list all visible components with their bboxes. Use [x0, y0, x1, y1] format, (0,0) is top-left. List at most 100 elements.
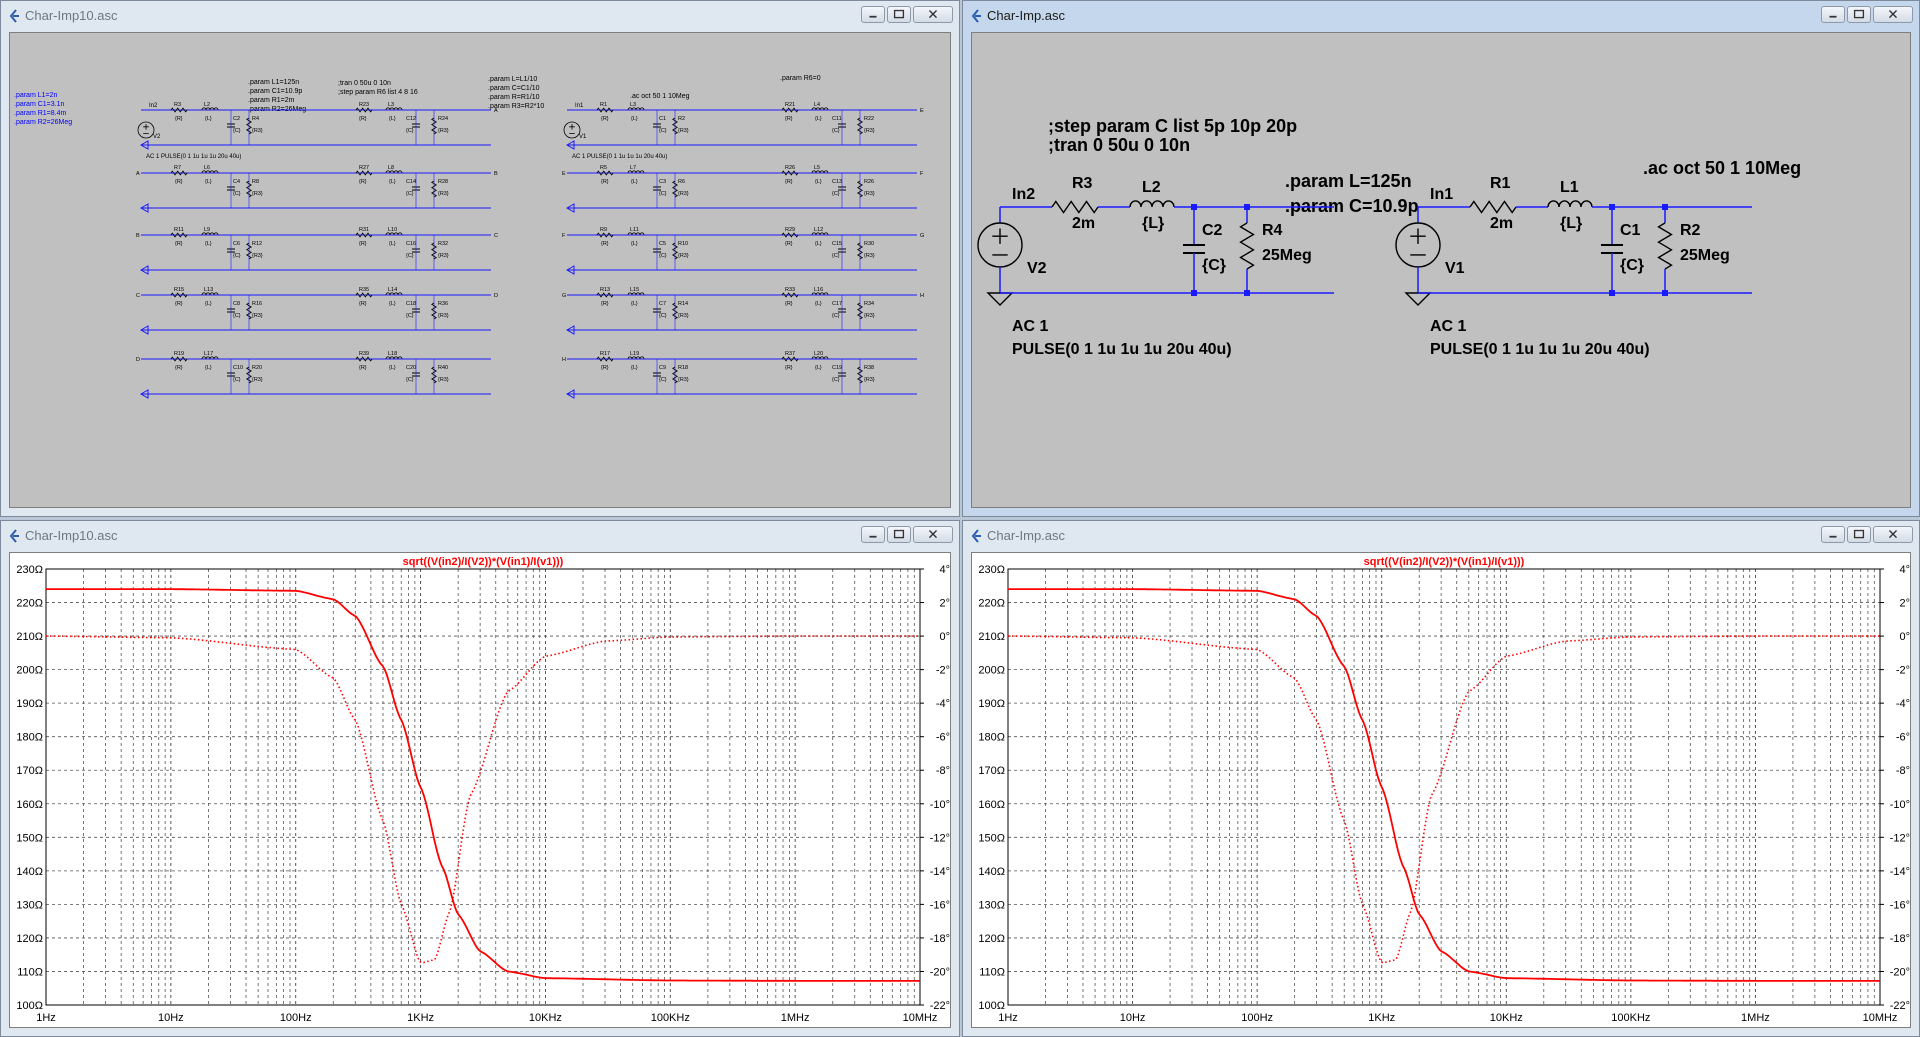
inductor-value: {L}: [631, 241, 638, 247]
shunt-resistor-symbol: [245, 366, 253, 384]
capacitor-name: C19: [832, 365, 842, 371]
junction-dot: [1244, 290, 1250, 296]
resistor-symbol: [170, 170, 188, 176]
inductor-value: {L}: [389, 365, 396, 371]
resistor-value: 2m: [1072, 215, 1095, 232]
shunt-resistor-value: {R3}: [252, 313, 263, 319]
y2-tick-label: -2°: [936, 665, 950, 677]
resistor-name: R15: [174, 287, 184, 293]
maximize-button[interactable]: [887, 526, 911, 543]
shunt-resistor-symbol: [1657, 222, 1673, 270]
y-tick-label: 140Ω: [16, 866, 43, 878]
maximize-button[interactable]: [1847, 6, 1871, 23]
resistor-value: {R}: [175, 179, 183, 185]
minimize-button[interactable]: [1821, 526, 1845, 543]
minimize-button[interactable]: [1821, 6, 1845, 23]
window-title: Char-Imp10.asc: [25, 528, 118, 543]
impedance-plot[interactable]: 230Ω 4° 220Ω 2° 210Ω 0° 200Ω -2° 190Ω -4° 180Ω -6° 1…: [10, 553, 951, 1028]
plot-window-char-imp10[interactable]: Char-Imp10.asc 230Ω 4° 220Ω 2° 210Ω 0° 200Ω -2°…: [0, 520, 960, 1037]
capacitor-value: {C}: [406, 313, 414, 319]
capacitor-value: {C}: [659, 191, 667, 197]
capacitor-value: {C}: [659, 313, 667, 319]
close-button[interactable]: [1873, 526, 1913, 543]
capacitor-value: {C}: [233, 253, 241, 259]
close-button[interactable]: [913, 6, 953, 23]
inductor-value: {L}: [205, 365, 212, 371]
y2-tick-label: -18°: [930, 933, 950, 945]
title-bar[interactable]: Char-Imp10.asc: [1, 521, 959, 551]
shunt-resistor-value: 25Meg: [1262, 247, 1312, 264]
y2-tick-label: -14°: [930, 866, 950, 878]
right-row: R17 {R} L19 {L} C9 {C} R18 {R3} R37 {R} L20 {L} C19 {…: [562, 351, 917, 399]
params-right-2: .param R=R1/10: [488, 94, 540, 101]
schematic-window-char-imp[interactable]: Char-Imp.asc ;step param C list 5p 10p 2…: [962, 0, 1920, 517]
right-source: In1 V1 AC 1 PULSE(0 1 1u 1u 1u 20u 40u): [563, 103, 667, 160]
y-tick-label: 150Ω: [978, 832, 1005, 844]
net-label-out: E: [920, 108, 924, 114]
impedance-plot[interactable]: 230Ω 4° 220Ω 2° 210Ω 0° 200Ω -2° 190Ω -4° 180Ω -6° 1…: [972, 553, 1911, 1028]
title-bar[interactable]: Char-Imp10.asc: [1, 1, 959, 31]
plot-pane[interactable]: 230Ω 4° 220Ω 2° 210Ω 0° 200Ω -2° 190Ω -4° 180Ω -6° 1…: [9, 552, 951, 1028]
inductor-value: {L}: [205, 179, 212, 185]
inductor-value: {L}: [815, 241, 822, 247]
minimize-button[interactable]: [861, 6, 885, 23]
shunt-resistor-value: {R3}: [438, 191, 449, 197]
shunt-resistor-name: R8: [252, 179, 259, 185]
ground-symbol: [1404, 292, 1432, 306]
inductor-value: {L}: [205, 301, 212, 307]
net-label-out: G: [920, 233, 924, 239]
params-left-2: .param R1=8.4m: [14, 110, 66, 117]
resistor-value: {R}: [601, 365, 609, 371]
resistor-name: R1: [600, 102, 607, 108]
y2-tick-label: -12°: [1890, 832, 1910, 844]
y2-tick-label: -6°: [936, 732, 950, 744]
plot-window-char-imp[interactable]: Char-Imp.asc 230Ω 4° 220Ω 2° 210Ω 0° 200Ω -2° 19…: [962, 520, 1920, 1037]
phase-trace: [46, 635, 920, 964]
left-row: R7 {R} L6 {L} C4 {C} R8 {R3} R27 {R} L8 {L} C14 {C} R2…: [136, 165, 498, 213]
resistor-name: R11: [174, 227, 184, 233]
resistor-name: R13: [600, 287, 610, 293]
inductor-value: {L}: [815, 365, 822, 371]
schematic-canvas[interactable]: ;step param C list 5p 10p 20p ;tran 0 50…: [971, 32, 1911, 508]
shunt-resistor-value: {R3}: [678, 253, 689, 259]
shunt-resistor-name: R30: [864, 241, 874, 247]
shunt-resistor-symbol: [671, 366, 679, 384]
close-button[interactable]: [1873, 6, 1913, 23]
capacitor-value: {C}: [659, 253, 667, 259]
plot-pane[interactable]: 230Ω 4° 220Ω 2° 210Ω 0° 200Ω -2° 190Ω -4° 180Ω -6° 1…: [971, 552, 1911, 1028]
shunt-resistor-value: {R3}: [678, 377, 689, 383]
shunt-resistor-name: R16: [252, 301, 262, 307]
y2-tick-label: -8°: [1896, 765, 1910, 777]
title-bar[interactable]: Char-Imp.asc: [963, 521, 1919, 551]
minimize-button[interactable]: [861, 526, 885, 543]
inductor-name: L2: [1142, 179, 1161, 196]
y-tick-label: 190Ω: [978, 698, 1005, 710]
maximize-button[interactable]: [1847, 526, 1871, 543]
close-button[interactable]: [913, 526, 953, 543]
resistor-name: R29: [785, 227, 795, 233]
inductor-value: {L}: [1142, 215, 1164, 232]
y-tick-label: 120Ω: [16, 933, 43, 945]
title-bar[interactable]: Char-Imp.asc: [963, 1, 1919, 31]
y-tick-label: 220Ω: [978, 598, 1005, 610]
inductor-value: {L}: [389, 301, 396, 307]
capacitor-name: C9: [659, 365, 666, 371]
net-label-in: A: [136, 171, 140, 177]
right-row: R13 {R} L15 {L} C7 {C} R14 {R3} R33 {R} L16 {L} C17 {…: [562, 287, 924, 335]
maximize-button[interactable]: [887, 6, 911, 23]
resistor-value: {R}: [601, 301, 609, 307]
source-name: V1: [579, 134, 587, 140]
shunt-resistor-name: R4: [1262, 222, 1283, 239]
shunt-resistor-name: R2: [1680, 222, 1701, 239]
schematic-window-char-imp10[interactable]: Char-Imp10.asc .param L1=2n .param C1=3.…: [0, 0, 960, 517]
resistor-name: R35: [359, 287, 369, 293]
capacitor-name: C7: [659, 301, 666, 307]
window-title: Char-Imp.asc: [987, 8, 1066, 23]
net-label-out: F: [920, 171, 924, 177]
resistor-symbol: [596, 107, 614, 113]
x-tick-label: 100Hz: [280, 1012, 312, 1024]
params-right-0: .param L=L1/10: [488, 76, 537, 83]
plot-frame: [1007, 568, 1881, 1006]
tran-directive: ;tran 0 50u 0 10n: [1048, 135, 1190, 155]
schematic-canvas[interactable]: .param L1=2n .param C1=3.1n .param R1=8.…: [9, 32, 951, 508]
